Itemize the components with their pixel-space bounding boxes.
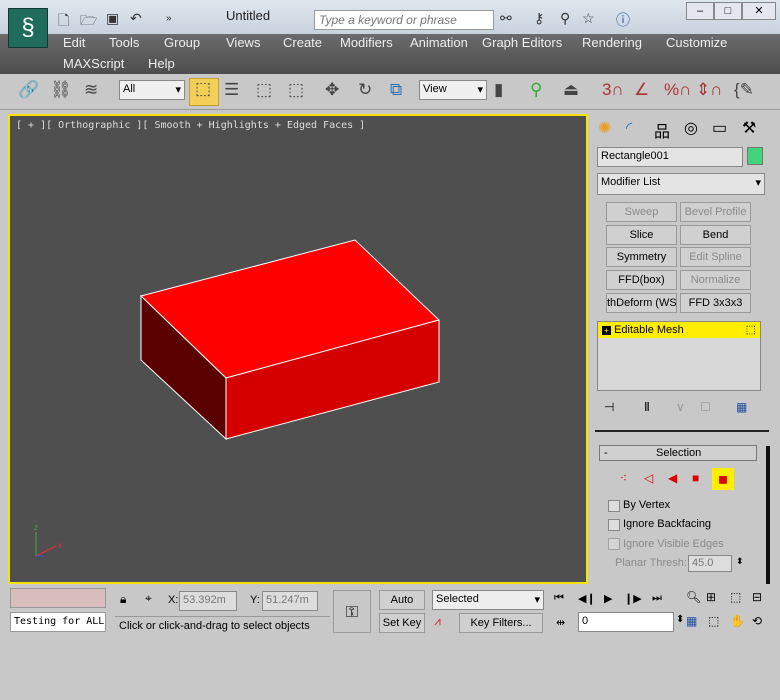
modifier-list-dropdown[interactable]: Modifier List ▾	[597, 173, 765, 195]
status-bar: Testing for ALL 🔒︎ ⌖ X: 53.392m Y: 51.24…	[0, 586, 780, 644]
divider	[595, 430, 769, 432]
svg-text:z: z	[34, 523, 38, 532]
angle-snap-icon[interactable]: ∠	[634, 80, 649, 100]
maxscript-listener-pink[interactable]	[10, 588, 106, 608]
x-coordinate-field[interactable]: 53.392m	[179, 591, 237, 611]
set-key-button[interactable]: Set Key	[379, 613, 425, 633]
svg-text:x: x	[58, 541, 62, 550]
ignore-backfacing-checkbox[interactable]	[608, 519, 620, 531]
hierarchy-tab-icon[interactable]: 品	[654, 118, 670, 142]
stack-item-editable-mesh[interactable]: + Editable Mesh ⬚	[598, 322, 760, 338]
menu-customize[interactable]: Customize	[666, 35, 727, 50]
auto-key-button[interactable]: Auto Key	[379, 590, 425, 624]
pin-stack-icon[interactable]: ⊣	[604, 400, 614, 414]
slice-button[interactable]: Slice	[606, 225, 677, 245]
ignore-visible-edges-checkbox[interactable]	[608, 538, 620, 550]
vertex-mode-icon[interactable]: ⁖	[620, 471, 627, 485]
current-frame-field[interactable]: 0	[578, 612, 674, 632]
pathdeform-button[interactable]: thDeform (WSM	[606, 293, 677, 313]
create-tab-icon[interactable]: ✺	[598, 118, 611, 138]
go-to-start-icon[interactable]: ⏮	[554, 592, 564, 605]
field-of-view-icon[interactable]: ⬚	[708, 614, 719, 628]
y-coordinate-field[interactable]: 51.247m	[262, 591, 318, 611]
object-name-field[interactable]: Rectangle001	[597, 147, 743, 167]
edit-spline-button[interactable]: Edit Spline	[680, 247, 751, 267]
maximize-button[interactable]: □	[714, 2, 742, 20]
show-end-result-icon[interactable]: Ⅱ	[644, 400, 650, 414]
normalize-spline-button[interactable]: Normalize Spl.	[680, 270, 751, 304]
spinner-snap-icon[interactable]: ⇕∩	[696, 80, 722, 100]
minimize-button[interactable]: –	[686, 2, 714, 20]
pan-icon[interactable]: ✋	[730, 614, 745, 628]
zoom-extents-icon[interactable]: ⬚	[730, 590, 741, 604]
polygon-mode-icon[interactable]: ■	[692, 471, 699, 485]
command-panel: ✺ ◜ 品 ◎ ▭ ⚒ Rectangle001 Modifier List ▾ …	[592, 114, 780, 584]
app-menu-button[interactable]: §	[8, 8, 48, 48]
bevel-profile-button[interactable]: Bevel Profile	[680, 202, 751, 222]
utilities-tab-icon[interactable]: ⚒	[742, 118, 756, 138]
make-unique-icon[interactable]: ∨	[676, 400, 685, 414]
axis-gizmo: z x	[34, 523, 62, 557]
object-color-swatch[interactable]	[747, 147, 763, 165]
play-icon[interactable]: ▶	[604, 592, 612, 605]
ffd-box-button[interactable]: FFD(box)	[606, 270, 677, 290]
key-filters-button[interactable]: Key Filters...	[459, 613, 543, 633]
expand-icon[interactable]: +	[602, 326, 611, 335]
maxscript-mini-listener[interactable]: Testing for ALL	[10, 612, 106, 632]
bend-button[interactable]: Bend	[680, 225, 751, 245]
ffd-3x3x3-button[interactable]: FFD 3x3x3	[680, 293, 751, 313]
by-vertex-label: By Vertex	[623, 499, 671, 511]
key-mode-toggle-icon[interactable]: ⇹	[556, 616, 565, 629]
frame-spinner[interactable]: ⬍	[676, 614, 684, 625]
planar-thresh-field[interactable]: 45.0	[688, 555, 732, 572]
remove-modifier-icon[interactable]: ☐	[700, 400, 711, 414]
time-configuration-icon[interactable]: ▦	[686, 614, 697, 628]
planar-thresh-spinner[interactable]: ⬍	[736, 556, 744, 567]
zoom-extents-all-icon[interactable]: ⊟	[752, 590, 762, 604]
zoom-all-icon[interactable]: ⊞	[706, 590, 716, 604]
modifier-stack: + Editable Mesh ⬚	[597, 321, 761, 391]
y-label: Y:	[250, 594, 260, 606]
named-selection-icon[interactable]: {✎	[734, 80, 754, 100]
snap-toggle-icon[interactable]: 3∩	[602, 80, 624, 100]
symmetry-button[interactable]: Symmetry	[606, 247, 677, 267]
percent-snap-icon[interactable]: %∩	[664, 80, 691, 100]
mesh-icon: ⬚	[745, 324, 756, 336]
display-tab-icon[interactable]: ▭	[712, 118, 727, 138]
zoom-icon[interactable]: 🔍︎	[686, 590, 701, 604]
by-vertex-checkbox[interactable]	[608, 500, 620, 512]
help-icon[interactable]: ⓘ	[616, 10, 630, 30]
previous-frame-icon[interactable]: ◀❙	[578, 592, 596, 605]
modify-tab-icon[interactable]: ◜	[626, 118, 632, 138]
ignore-visible-edges-label: Ignore Visible Edges	[623, 538, 724, 550]
element-mode-icon[interactable]: ◼	[712, 468, 734, 490]
set-key-big-button[interactable]: ⚿	[333, 590, 371, 633]
prompt-line: Click or click-and-drag to select object…	[115, 616, 330, 632]
panel-scrollbar[interactable]	[766, 446, 770, 584]
lock-selection-icon[interactable]: 🔒︎	[120, 592, 126, 607]
configure-sets-icon[interactable]: ▦	[736, 400, 747, 414]
ignore-backfacing-label: Ignore Backfacing	[623, 518, 712, 530]
viewport-perspective[interactable]: [ + ][ Orthographic ][ Smooth + Highligh…	[8, 114, 588, 584]
absolute-mode-icon[interactable]: ⌖	[145, 591, 152, 606]
close-button[interactable]: ✕	[742, 2, 776, 20]
motion-tab-icon[interactable]: ◎	[684, 118, 698, 138]
sweep-button[interactable]: Sweep	[606, 202, 677, 222]
x-label: X:	[168, 594, 179, 606]
edge-mode-icon[interactable]: ◁	[644, 471, 653, 485]
face-mode-icon[interactable]: ◀	[668, 471, 677, 485]
next-frame-icon[interactable]: ❙▶	[624, 592, 642, 605]
orbit-icon[interactable]: ⟲	[752, 614, 762, 628]
key-tangent-icon[interactable]: ⩘	[434, 614, 441, 629]
key-mode-dropdown[interactable]: Selected ▾	[432, 590, 544, 610]
go-to-end-icon[interactable]: ⏭	[652, 592, 662, 605]
selection-rollout-header[interactable]: - Selection	[599, 445, 757, 461]
planar-thresh-label: Planar Thresh:	[615, 557, 687, 569]
